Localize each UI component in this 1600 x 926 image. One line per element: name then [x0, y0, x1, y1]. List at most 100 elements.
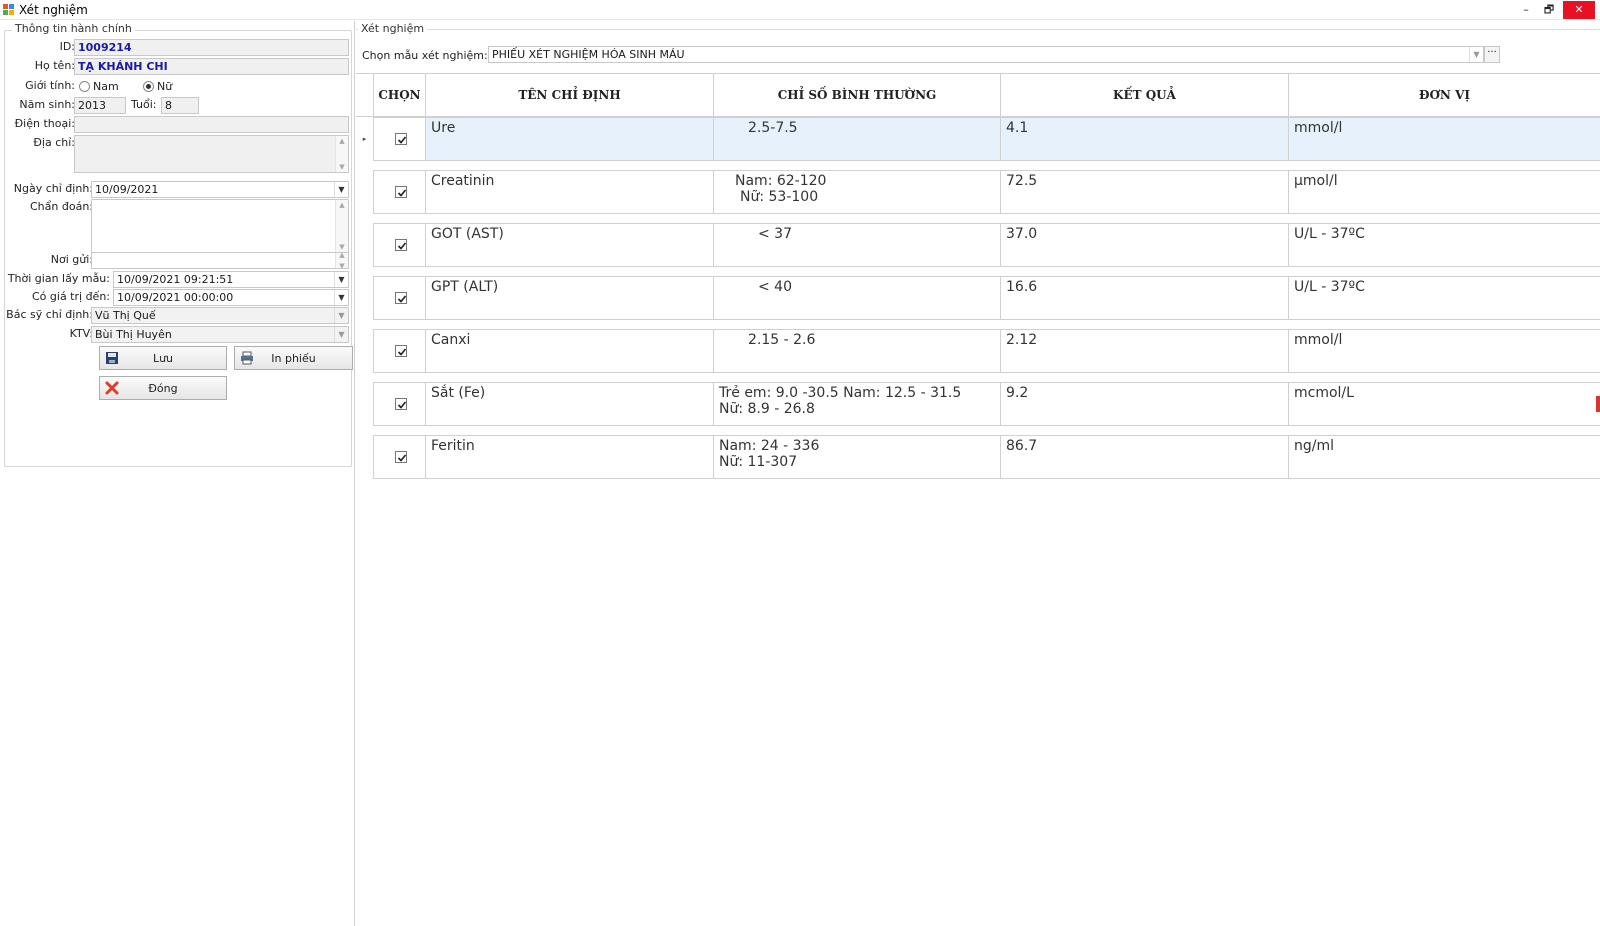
sample-time-picker[interactable]: 10/09/2021 09:21:51 ▼ — [113, 271, 349, 288]
table-row[interactable]: GOT (AST) < 37 37.0 U/L - 37ºC — [356, 223, 1600, 267]
address-field[interactable]: ▲ ▼ — [74, 135, 349, 173]
diagnosis-scrollbar[interactable]: ▲ ▼ — [335, 200, 348, 252]
table-row[interactable]: GPT (ALT) < 40 16.6 U/L - 37ºC — [356, 276, 1600, 320]
unit-cell[interactable]: mmol/l — [1288, 329, 1600, 373]
sender-field[interactable]: ▲ ▼ — [91, 251, 349, 270]
column-header-result[interactable]: KẾT QUẢ — [1000, 74, 1288, 116]
template-select[interactable]: PHIẾU XÉT NGHIỆM HÓA SINH MÁU ▼ — [488, 46, 1484, 63]
test-name-cell[interactable]: Creatinin — [425, 170, 713, 214]
row-checkbox[interactable] — [395, 398, 407, 410]
checkmark-icon — [397, 189, 407, 197]
minimize-button[interactable]: – — [1515, 1, 1537, 19]
chevron-down-icon[interactable]: ▼ — [334, 327, 348, 342]
phone-field[interactable] — [74, 116, 349, 133]
gender-male-radio[interactable] — [79, 81, 90, 92]
test-name-cell[interactable]: Sắt (Fe) — [425, 382, 713, 426]
template-browse-button[interactable]: ··· — [1484, 46, 1500, 63]
normal-range-line-1: Trẻ em: 9.0 -30.5 Nam: 12.5 - 31.5 — [719, 385, 962, 401]
admin-info-group: Thông tin hành chính ID: 1009214 Họ tên:… — [4, 22, 353, 467]
normal-range-cell[interactable]: 2.15 - 2.6 — [713, 329, 1000, 373]
close-button[interactable]: Đóng — [99, 376, 227, 400]
row-checkbox[interactable] — [395, 292, 407, 304]
select-cell[interactable] — [373, 382, 425, 426]
tech-label: KTV: — [69, 327, 93, 340]
age-field[interactable]: 8 — [161, 97, 199, 114]
select-cell[interactable] — [373, 223, 425, 267]
select-cell[interactable] — [373, 329, 425, 373]
name-field[interactable]: TẠ KHÁNH CHI — [74, 58, 349, 75]
test-name-cell[interactable]: GOT (AST) — [425, 223, 713, 267]
column-header-unit[interactable]: ĐƠN VỊ — [1288, 74, 1600, 116]
birth-year-field[interactable]: 2013 — [74, 97, 126, 114]
table-row[interactable]: Creatinin Nam: 62-120 Nữ: 53-100 72.5 µmol/l — [356, 170, 1600, 214]
table-row[interactable]: Canxi 2.15 - 2.6 2.12 mmol/l — [356, 329, 1600, 373]
table-row[interactable]: Sắt (Fe) Trẻ em: 9.0 -30.5 Nam: 12.5 - 31… — [356, 382, 1600, 426]
normal-range-cell[interactable]: < 37 — [713, 223, 1000, 267]
result-cell[interactable]: 86.7 — [1000, 435, 1288, 479]
unit-cell[interactable]: U/L - 37ºC — [1288, 276, 1600, 320]
row-checkbox[interactable] — [395, 239, 407, 251]
normal-range-cell[interactable]: 2.5-7.5 — [713, 117, 1000, 161]
test-name: GOT (AST) — [431, 226, 504, 242]
row-checkbox[interactable] — [395, 186, 407, 198]
result-cell[interactable]: 72.5 — [1000, 170, 1288, 214]
row-indicator-icon — [356, 170, 373, 214]
chevron-down-icon[interactable]: ▼ — [334, 182, 348, 197]
normal-range-cell[interactable]: Nam: 62-120 Nữ: 53-100 — [713, 170, 1000, 214]
address-scrollbar[interactable]: ▲ ▼ — [335, 136, 348, 172]
chevron-down-icon[interactable]: ▼ — [334, 272, 348, 287]
normal-range-cell[interactable]: Trẻ em: 9.0 -30.5 Nam: 12.5 - 31.5 Nữ: 8.… — [713, 382, 1000, 426]
normal-range-cell[interactable]: < 40 — [713, 276, 1000, 320]
test-name-cell[interactable]: Ure — [425, 117, 713, 161]
sender-scrollbar[interactable]: ▲ ▼ — [335, 251, 348, 270]
test-name: Sắt (Fe) — [431, 385, 486, 401]
column-header-name[interactable]: TÊN CHỈ ĐỊNH — [425, 74, 713, 116]
doctor-select[interactable]: Vũ Thị Quế ▼ — [91, 307, 349, 324]
unit-cell[interactable]: mcmol/L — [1288, 382, 1600, 426]
id-field[interactable]: 1009214 — [74, 39, 349, 56]
result-cell[interactable]: 4.1 — [1000, 117, 1288, 161]
select-cell[interactable] — [373, 435, 425, 479]
row-checkbox[interactable] — [395, 345, 407, 357]
chevron-down-icon[interactable]: ▼ — [334, 308, 348, 323]
valid-until-picker[interactable]: 10/09/2021 00:00:00 ▼ — [113, 289, 349, 306]
gender-female-label: Nữ — [157, 80, 173, 93]
select-cell[interactable] — [373, 276, 425, 320]
table-row[interactable]: ▸ Ure 2.5-7.5 4.1 mmol/l — [356, 117, 1600, 161]
result-cell[interactable]: 37.0 — [1000, 223, 1288, 267]
restore-button[interactable]: 🗗 — [1538, 1, 1560, 19]
test-name-cell[interactable]: Canxi — [425, 329, 713, 373]
tech-select[interactable]: Bùi Thị Huyên ▼ — [91, 326, 349, 343]
unit-cell[interactable]: U/L - 37ºC — [1288, 223, 1600, 267]
save-button[interactable]: Lưu — [99, 346, 227, 370]
unit-cell[interactable]: ng/ml — [1288, 435, 1600, 479]
result-cell[interactable]: 16.6 — [1000, 276, 1288, 320]
test-name-cell[interactable]: GPT (ALT) — [425, 276, 713, 320]
row-checkbox[interactable] — [395, 451, 407, 463]
normal-range-cell[interactable]: Nam: 24 - 336 Nữ: 11-307 — [713, 435, 1000, 479]
print-button[interactable]: In phiếu — [234, 346, 353, 370]
unit-cell[interactable]: mmol/l — [1288, 117, 1600, 161]
column-header-select[interactable]: CHỌN — [373, 74, 425, 116]
select-cell[interactable] — [373, 117, 425, 161]
close-window-button[interactable]: ✕ — [1563, 1, 1595, 19]
chevron-down-icon[interactable]: ▼ — [334, 290, 348, 305]
diagnosis-field[interactable]: ▲ ▼ — [91, 199, 349, 253]
normal-range-line-2: Nữ: 11-307 — [719, 454, 798, 470]
chevron-down-icon[interactable]: ▼ — [1469, 47, 1483, 62]
valid-until-label: Có giá trị đến: — [32, 290, 110, 303]
gender-female-radio[interactable] — [143, 81, 154, 92]
result-cell[interactable]: 9.2 — [1000, 382, 1288, 426]
row-checkbox[interactable] — [395, 133, 407, 145]
test-name-cell[interactable]: Feritin — [425, 435, 713, 479]
column-header-normal[interactable]: CHỈ SỐ BÌNH THƯỜNG — [713, 74, 1000, 116]
select-cell[interactable] — [373, 170, 425, 214]
admin-info-title: Thông tin hành chính — [12, 22, 135, 35]
unit-cell[interactable]: µmol/l — [1288, 170, 1600, 214]
tech-value: Bùi Thị Huyên — [95, 328, 172, 341]
test-name: Feritin — [431, 438, 475, 454]
sample-time-value: 10/09/2021 09:21:51 — [117, 273, 234, 286]
table-row[interactable]: Feritin Nam: 24 - 336 Nữ: 11-307 86.7 ng/ml — [356, 435, 1600, 479]
order-date-picker[interactable]: 10/09/2021 ▼ — [91, 181, 349, 198]
result-cell[interactable]: 2.12 — [1000, 329, 1288, 373]
